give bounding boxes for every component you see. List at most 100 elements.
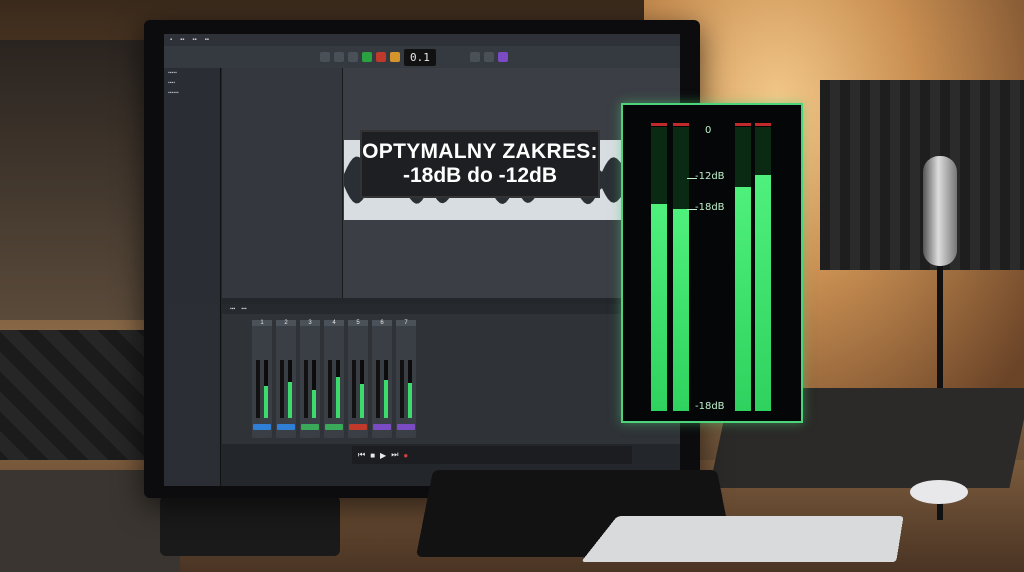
fader[interactable] <box>400 360 404 418</box>
mixer-channel[interactable]: 3 <box>300 320 320 438</box>
meter-label-0: 0 <box>705 125 712 136</box>
meter-label-bottom: -18dB <box>695 401 725 412</box>
mic-body <box>923 156 957 266</box>
record-icon[interactable]: ● <box>403 451 408 460</box>
mixer-tab[interactable]: ▪▪▪ <box>241 306 246 312</box>
meter-bar-1 <box>651 123 667 411</box>
mouse <box>910 480 968 504</box>
mixer-channel[interactable]: 1 <box>252 320 272 438</box>
channel-number: 4 <box>324 320 344 326</box>
menu-item[interactable]: ▪▪ <box>192 37 196 43</box>
channel-meter-fill <box>384 379 388 418</box>
meter-fill <box>673 209 689 411</box>
meter-clip-indicator <box>673 123 689 126</box>
channel-button[interactable] <box>325 424 343 430</box>
track-header[interactable] <box>222 68 343 298</box>
fast-forward-icon[interactable]: ⏭ <box>391 450 398 460</box>
inspector-item[interactable]: ▪▪▪▪ <box>164 78 220 88</box>
channel-number: 7 <box>396 320 416 326</box>
channel-meter-fill <box>408 383 412 418</box>
channel-meter-fill <box>312 390 316 418</box>
channel-number: 6 <box>372 320 392 326</box>
inspector-item[interactable]: ▪▪▪▪▪ <box>164 68 220 78</box>
studio-scene: ▪ ▪▪ ▪▪ ▪▪ 0.1 ▪▪▪▪▪ ▪▪▪▪ ▪▪▪▪▪▪ OPTYMAL… <box>0 0 1024 572</box>
menu-item[interactable]: ▪▪ <box>205 37 209 43</box>
channel-number: 3 <box>300 320 320 326</box>
play-icon[interactable] <box>362 52 372 62</box>
channel-button[interactable] <box>253 424 271 430</box>
rewind-icon[interactable] <box>320 52 330 62</box>
channel-number: 2 <box>276 320 296 326</box>
channel-meter <box>264 360 268 418</box>
channel-meter-fill <box>360 384 364 418</box>
level-meter-overlay: 0 -12dB -18dB -18dB <box>621 103 803 423</box>
channel-meter-fill <box>288 382 292 418</box>
channel-meter <box>360 360 364 418</box>
fader[interactable] <box>280 360 284 418</box>
daw-toolbar: 0.1 <box>164 46 680 68</box>
channel-button[interactable] <box>277 424 295 430</box>
channel-button[interactable] <box>373 424 391 430</box>
fader[interactable] <box>328 360 332 418</box>
inspector-item[interactable]: ▪▪▪▪▪▪ <box>164 88 220 98</box>
computer-box <box>160 496 340 556</box>
channel-meter <box>384 360 388 418</box>
mixer-channel[interactable]: 2 <box>276 320 296 438</box>
meter-label-minus12: -12dB <box>695 171 725 182</box>
meter-fill <box>735 186 751 411</box>
record-icon[interactable] <box>376 52 386 62</box>
mixer-channel[interactable]: 4 <box>324 320 344 438</box>
mixer-console: ▪▪▪ ▪▪▪ 1234567 <box>222 304 680 444</box>
channel-number: 5 <box>348 320 368 326</box>
mixer-tab[interactable]: ▪▪▪ <box>230 306 235 312</box>
channel-number: 1 <box>252 320 272 326</box>
fader[interactable] <box>256 360 260 418</box>
tool-button[interactable] <box>497 52 508 62</box>
meter-bar-3 <box>735 123 751 411</box>
meter-bar-2 <box>673 123 689 411</box>
mixer-channel[interactable]: 6 <box>372 320 392 438</box>
menu-item[interactable]: ▪ <box>170 37 172 43</box>
loop-icon[interactable] <box>390 52 400 62</box>
channel-meter-fill <box>264 386 268 418</box>
daw-screen: ▪ ▪▪ ▪▪ ▪▪ 0.1 ▪▪▪▪▪ ▪▪▪▪ ▪▪▪▪▪▪ OPTYMAL… <box>164 34 680 486</box>
channel-button[interactable] <box>397 424 415 430</box>
meter-tick <box>687 178 697 179</box>
mixer-sidebar <box>168 304 218 482</box>
play-icon[interactable]: ▶ <box>380 451 386 460</box>
meter-fill <box>755 175 771 411</box>
meter-tick <box>687 209 697 210</box>
fader[interactable] <box>352 360 356 418</box>
fader[interactable] <box>376 360 380 418</box>
background-window <box>0 40 156 320</box>
mixer-tabs: ▪▪▪ ▪▪▪ <box>222 304 680 314</box>
meter-label-minus18: -18dB <box>695 202 725 213</box>
stop-icon[interactable]: ■ <box>370 451 375 460</box>
meter-fill <box>651 203 667 411</box>
tool-button[interactable] <box>483 52 494 62</box>
channel-meter <box>336 360 340 418</box>
mixer-channel[interactable]: 5 <box>348 320 368 438</box>
channel-meter-fill <box>336 377 340 418</box>
channel-meter <box>288 360 292 418</box>
caption-line-2: -18dB do -12dB <box>402 164 557 187</box>
keyboard <box>580 516 904 563</box>
channel-button[interactable] <box>301 424 319 430</box>
meter-clip-indicator <box>735 123 751 126</box>
microphone <box>905 150 975 520</box>
channel-meter <box>408 360 412 418</box>
channel-button[interactable] <box>349 424 367 430</box>
channel-meter <box>312 360 316 418</box>
time-display: 0.1 <box>404 48 436 66</box>
daw-menubar: ▪ ▪▪ ▪▪ ▪▪ <box>164 34 680 46</box>
caption-line-1: OPTYMALNY ZAKRES: <box>362 140 598 163</box>
range-caption: OPTYMALNY ZAKRES: -18dB do -12dB <box>360 130 600 198</box>
stop-icon[interactable] <box>348 52 358 62</box>
fader[interactable] <box>304 360 308 418</box>
tool-button[interactable] <box>469 52 480 62</box>
rewind-icon[interactable]: ⏮ <box>358 450 365 460</box>
fast-forward-icon[interactable] <box>334 52 344 62</box>
meter-bar-4 <box>755 123 771 411</box>
menu-item[interactable]: ▪▪ <box>180 37 184 43</box>
mixer-channel[interactable]: 7 <box>396 320 416 438</box>
